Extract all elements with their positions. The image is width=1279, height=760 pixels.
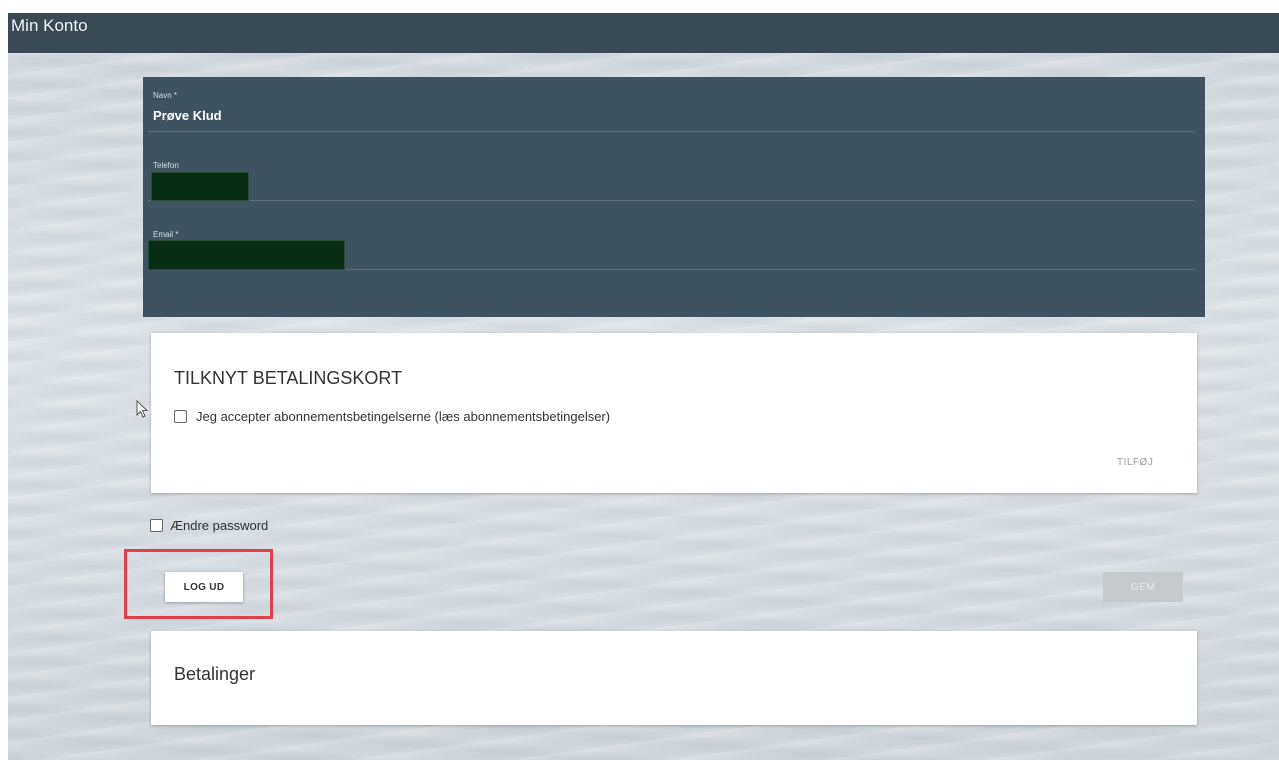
save-button[interactable]: GEM (1103, 572, 1183, 602)
accept-terms-label[interactable]: Jeg accepter abonnementsbetingelserne (l… (196, 409, 610, 424)
account-form-panel: Navn * Prøve Klud Telefon Email * (143, 77, 1205, 317)
phone-value-redacted[interactable] (151, 172, 249, 201)
mouse-cursor-icon (136, 400, 149, 418)
top-app-bar: Min Konto (8, 13, 1279, 53)
change-password-label[interactable]: Ændre password (170, 518, 268, 533)
change-password-checkbox[interactable] (150, 519, 163, 532)
name-label: Navn * (153, 91, 178, 100)
name-field[interactable]: Navn * Prøve Klud (148, 77, 1195, 132)
email-field[interactable]: Email * (148, 200, 1195, 270)
logout-highlight-box (124, 549, 273, 619)
email-value-redacted[interactable] (148, 240, 345, 270)
payment-card-title: TILKNYT BETALINGSKORT (174, 368, 403, 388)
accept-terms-checkbox[interactable] (174, 410, 187, 423)
name-value[interactable]: Prøve Klud (153, 108, 222, 123)
payments-card-panel: Betalinger (151, 631, 1197, 725)
phone-label: Telefon (153, 161, 179, 170)
payments-title: Betalinger (174, 664, 256, 684)
add-card-button[interactable]: TILFØJ (1117, 457, 1153, 468)
page-title: Min Konto (11, 16, 88, 35)
payment-card-panel: TILKNYT BETALINGSKORT Jeg accepter abonn… (151, 333, 1197, 493)
phone-field[interactable]: Telefon (148, 131, 1195, 201)
email-label: Email * (153, 230, 179, 239)
